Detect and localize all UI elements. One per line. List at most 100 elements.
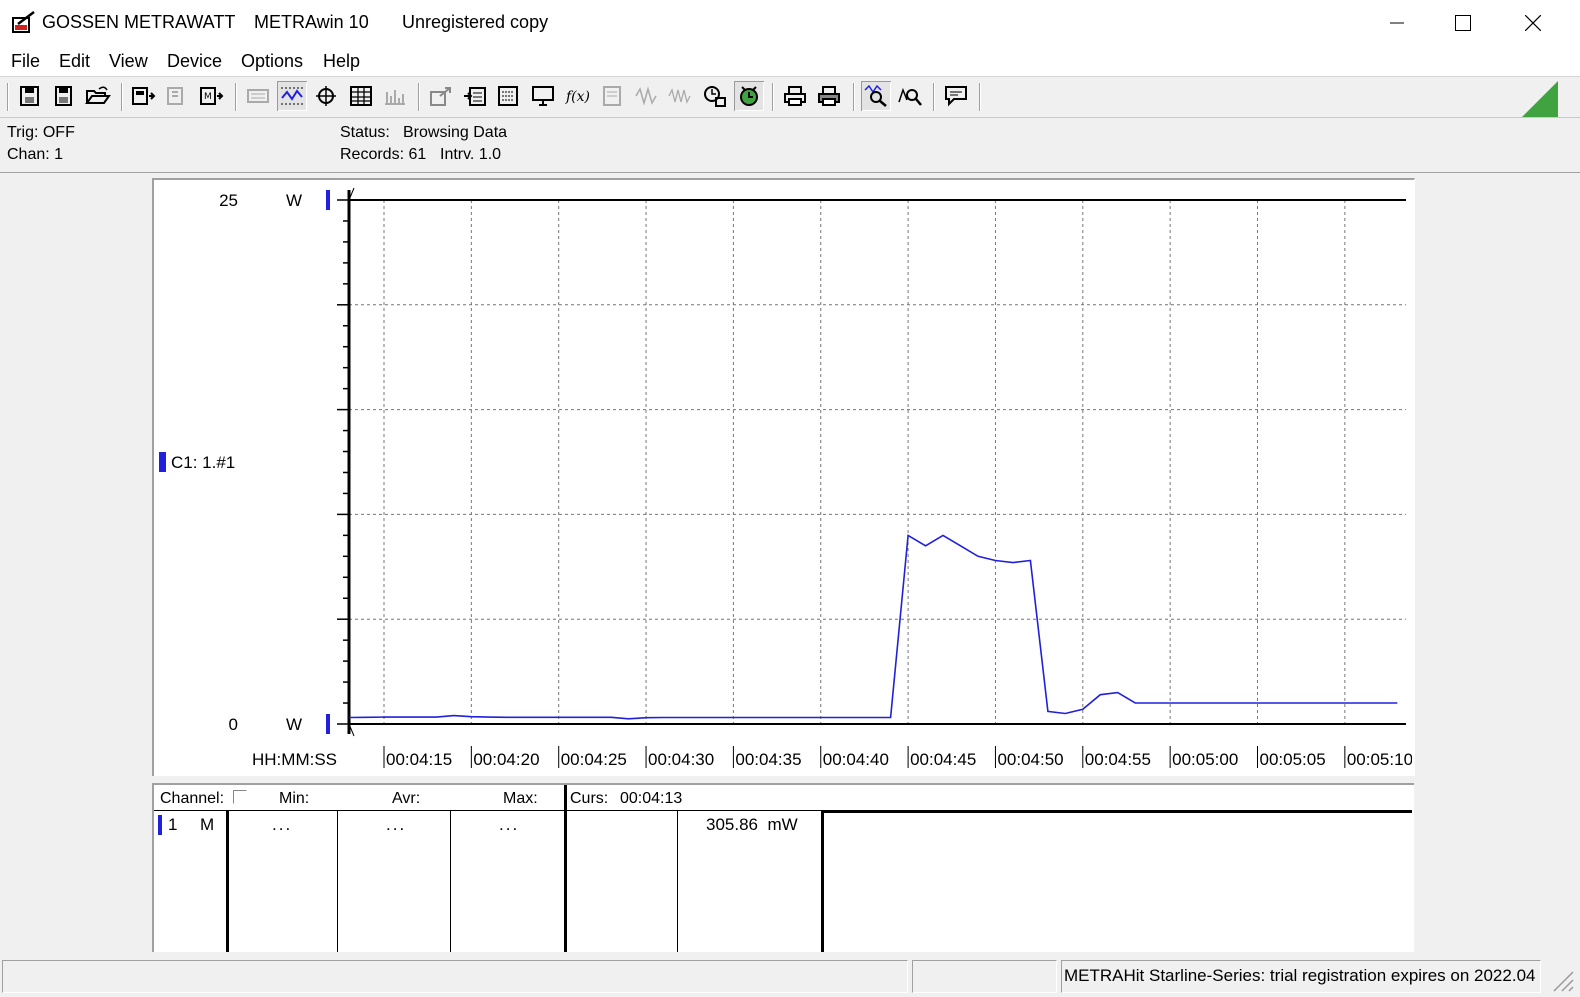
cursor-header: Curs: bbox=[570, 790, 609, 807]
device-connect-icon[interactable] bbox=[128, 81, 158, 111]
row-mode: M bbox=[200, 815, 215, 834]
import-icon[interactable] bbox=[460, 81, 490, 111]
toolbar-separator bbox=[418, 83, 420, 111]
trigger-status: Trig: OFF bbox=[7, 124, 75, 141]
minimize-button[interactable] bbox=[1362, 0, 1432, 46]
toolbar-separator bbox=[853, 83, 855, 111]
open-folder-icon[interactable] bbox=[83, 81, 113, 111]
display-disabled-icon[interactable] bbox=[243, 81, 273, 111]
records-count: Records: 61 bbox=[340, 146, 427, 163]
menu-device[interactable]: Device bbox=[167, 51, 222, 72]
x-tick-label: 00:04:15 bbox=[386, 750, 452, 769]
device-memory-icon[interactable]: M bbox=[196, 81, 226, 111]
print-icon[interactable] bbox=[780, 81, 810, 111]
status-message: METRAHit Starline-Series: trial registra… bbox=[1064, 966, 1536, 985]
title-bar: GOSSEN METRAWATT METRAwin 10 Unregistere… bbox=[0, 0, 1580, 46]
x-tick-label: 00:05:05 bbox=[1260, 750, 1326, 769]
x-tick-label: 00:04:20 bbox=[473, 750, 539, 769]
x-tick-label: 00:04:50 bbox=[997, 750, 1063, 769]
svg-text:M: M bbox=[204, 92, 212, 102]
save-icon[interactable] bbox=[15, 81, 45, 111]
toolbar: M ƒ(x) bbox=[0, 77, 1580, 118]
x-tick-label: 00:04:35 bbox=[735, 750, 801, 769]
status-panel bbox=[912, 960, 1057, 993]
min-header: Min: bbox=[279, 790, 310, 807]
cursor-time: 00:04:13 bbox=[620, 790, 683, 807]
comment-icon[interactable] bbox=[941, 81, 971, 111]
function-icon[interactable]: ƒ(x) bbox=[563, 81, 593, 111]
row-channel: 1 bbox=[168, 815, 178, 834]
line-chart[interactable]: 25 0 W W C1: 1.#1 HH:MM:SS 00:04:15 00:04:20 00:… bbox=[154, 180, 1412, 774]
menu-edit[interactable]: Edit bbox=[59, 51, 90, 72]
status-panel: METRAHit Starline-Series: trial registra… bbox=[1061, 960, 1541, 993]
printer-disabled-icon[interactable] bbox=[597, 81, 627, 111]
zoom-out-wave-icon[interactable] bbox=[895, 81, 925, 111]
menu-file[interactable]: File bbox=[11, 51, 40, 72]
x-axis-label: HH:MM:SS bbox=[252, 750, 337, 769]
monitor-icon[interactable] bbox=[528, 81, 558, 111]
avr-header: Avr: bbox=[392, 790, 421, 807]
x-tick-label: 00:04:40 bbox=[823, 750, 889, 769]
toolbar-separator bbox=[933, 83, 935, 111]
scale-marker bbox=[326, 190, 330, 210]
crosshair-icon[interactable] bbox=[311, 81, 341, 111]
save-as-icon[interactable] bbox=[49, 81, 79, 111]
row-cursor-value: 305.86 mW bbox=[706, 815, 798, 834]
row-max: ... bbox=[499, 815, 520, 834]
zoom-wave-icon[interactable] bbox=[861, 81, 891, 111]
menu-view[interactable]: View bbox=[109, 51, 148, 72]
y-unit-label: W bbox=[286, 715, 302, 734]
x-tick-label: 00:04:25 bbox=[561, 750, 627, 769]
device-disabled-icon[interactable] bbox=[162, 81, 192, 111]
channel-select-checkbox[interactable] bbox=[233, 790, 247, 804]
scale-marker bbox=[326, 714, 330, 734]
list-data-icon[interactable] bbox=[494, 81, 524, 111]
export-icon[interactable] bbox=[426, 81, 456, 111]
max-header: Max: bbox=[503, 790, 538, 807]
row-avr: ... bbox=[386, 815, 407, 834]
menu-help[interactable]: Help bbox=[323, 51, 360, 72]
x-tick-label: 00:04:30 bbox=[648, 750, 714, 769]
clock-record-icon[interactable] bbox=[700, 81, 730, 111]
chart-panel[interactable]: 25 0 W W C1: 1.#1 HH:MM:SS 00:04:15 00:04:20 00:… bbox=[152, 178, 1415, 776]
menu-bar: File Edit View Device Options Help bbox=[0, 46, 1580, 77]
print-preview-icon[interactable] bbox=[814, 81, 844, 111]
table-row[interactable]: 1 M ... ... ... 305.86 mW bbox=[154, 813, 1412, 837]
measurement-table: Channel: Min: Avr: Max: Curs: 00:04:13 1… bbox=[152, 783, 1414, 952]
x-tick-label: 00:04:45 bbox=[910, 750, 976, 769]
wave-view-icon[interactable] bbox=[277, 81, 307, 111]
interval-value: Intrv. 1.0 bbox=[440, 146, 502, 163]
oscillate-disabled-icon[interactable] bbox=[665, 81, 695, 111]
divider bbox=[0, 172, 1580, 173]
y-unit-label: W bbox=[286, 191, 302, 210]
registration-title: Unregistered copy bbox=[402, 12, 549, 32]
channel-color-marker bbox=[158, 815, 162, 835]
resize-grip-icon[interactable] bbox=[1546, 964, 1574, 992]
histogram-disabled-icon[interactable] bbox=[380, 81, 410, 111]
y-tick-label: 0 bbox=[229, 715, 238, 734]
brand-title: GOSSEN METRAWATT bbox=[42, 12, 236, 32]
signal-disabled-icon[interactable] bbox=[631, 81, 661, 111]
row-min: ... bbox=[272, 815, 293, 834]
x-tick-label: 00:05:00 bbox=[1172, 750, 1238, 769]
toolbar-separator bbox=[772, 83, 774, 111]
column-divider bbox=[564, 785, 567, 952]
toolbar-separator bbox=[121, 83, 123, 111]
x-tick-label: 00:04:55 bbox=[1085, 750, 1151, 769]
x-tick-label: 00:05:10 bbox=[1347, 750, 1412, 769]
legend-color-swatch bbox=[159, 452, 166, 472]
toolbar-separator bbox=[979, 83, 981, 111]
maximize-button[interactable] bbox=[1428, 0, 1498, 46]
toolbar-separator bbox=[7, 83, 9, 111]
status-label: Status: bbox=[340, 124, 390, 141]
table-view-icon[interactable] bbox=[346, 81, 376, 111]
status-bar: METRAHit Starline-Series: trial registra… bbox=[0, 958, 1580, 997]
series-line bbox=[349, 534, 1398, 720]
app-logo-icon bbox=[12, 10, 36, 34]
connection-status-icon bbox=[1522, 81, 1558, 117]
timer-active-icon[interactable] bbox=[734, 81, 764, 111]
close-button[interactable] bbox=[1498, 0, 1568, 46]
channel-status: Chan: 1 bbox=[7, 146, 64, 163]
svg-text:ƒ(x): ƒ(x) bbox=[565, 89, 590, 105]
menu-options[interactable]: Options bbox=[241, 51, 303, 72]
